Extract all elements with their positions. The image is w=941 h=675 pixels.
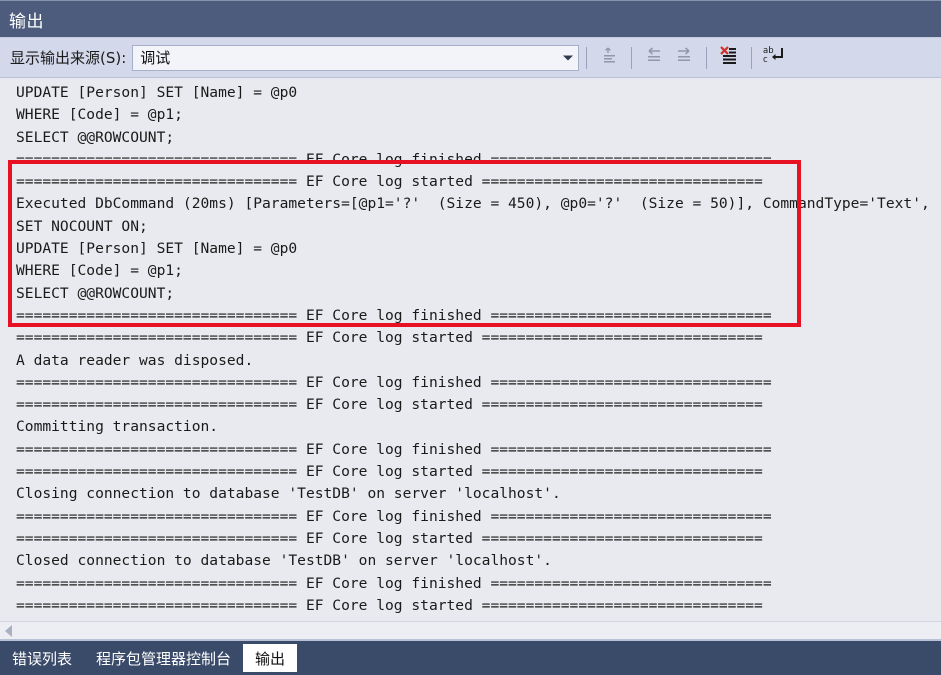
output-source-value: 调试 — [140, 49, 171, 67]
output-tool-window: 输出 显示输出来源(S): 调试 ab c UPDATE [Person] SE… — [0, 0, 941, 675]
tab-label: 输出 — [255, 649, 286, 668]
output-log-line: WHERE [Code] = @p1; — [16, 106, 183, 124]
output-log-line: Executed DbCommand (20ms) [Parameters=[@… — [16, 195, 930, 213]
output-log-line: ================================ EF Core… — [16, 173, 763, 191]
tab-error-list[interactable]: 错误列表 — [0, 641, 84, 675]
page-title: 输出 — [9, 11, 44, 32]
find-previous-message-button[interactable] — [639, 43, 669, 73]
find-previous-message-icon — [644, 45, 664, 70]
output-toolbar: 显示输出来源(S): 调试 ab c — [0, 38, 941, 78]
output-log-line: SELECT @@ROWCOUNT; — [16, 128, 175, 146]
tool-window-titlebar: 输出 — [0, 0, 941, 38]
bottom-tab-strip: 错误列表 程序包管理器控制台 输出 — [0, 639, 941, 675]
tab-output[interactable]: 输出 — [243, 644, 298, 672]
toolbar-divider-2 — [631, 46, 633, 69]
find-next-message-icon — [674, 45, 694, 70]
output-text-area[interactable]: UPDATE [Person] SET [Name] = @p0 WHERE [C… — [0, 78, 941, 621]
output-log-line: UPDATE [Person] SET [Name] = @p0 — [16, 240, 298, 258]
chevron-down-icon[interactable] — [563, 55, 574, 60]
horizontal-scrollbar-track[interactable] — [18, 622, 941, 639]
go-to-message-source-button[interactable] — [594, 43, 624, 73]
toolbar-divider-4 — [751, 46, 753, 69]
output-log-line: ================================ EF Core… — [16, 150, 772, 168]
clear-all-button[interactable] — [714, 43, 744, 73]
output-log-line: Closed connection to database 'TestDB' o… — [16, 552, 552, 570]
output-log-line: ================================ EF Core… — [16, 463, 763, 481]
output-log-line: ================================ EF Core… — [16, 373, 772, 391]
output-log-line: WHERE [Code] = @p1; — [16, 262, 183, 280]
output-log-line: ================================ EF Core… — [16, 440, 772, 458]
output-log-line: ================================ EF Core… — [16, 329, 763, 347]
tab-label: 错误列表 — [12, 649, 73, 668]
tab-package-manager-console[interactable]: 程序包管理器控制台 — [84, 641, 243, 675]
output-log-line: SET NOCOUNT ON; — [16, 217, 148, 235]
output-log-line: ================================ EF Core… — [16, 396, 763, 414]
output-log-line: ================================ EF Core… — [16, 596, 763, 614]
output-source-label: 显示输出来源(S): — [10, 49, 127, 67]
output-log-line: ================================ EF Core… — [16, 574, 772, 592]
output-log-line: ================================ EF Core… — [16, 306, 772, 324]
go-to-message-source-icon — [599, 45, 619, 70]
word-wrap-button[interactable]: ab c — [759, 43, 789, 73]
output-log-text: UPDATE [Person] SET [Name] = @p0 WHERE [C… — [0, 78, 930, 617]
output-log-line: UPDATE [Person] SET [Name] = @p0 — [16, 84, 298, 101]
toolbar-divider-1 — [586, 46, 588, 69]
output-log-line: ================================ EF Core… — [16, 507, 772, 525]
output-log-line: Committing transaction. — [16, 418, 219, 436]
clear-all-icon — [718, 44, 740, 71]
output-source-combobox[interactable]: 调试 — [132, 44, 580, 71]
find-next-message-button[interactable] — [669, 43, 699, 73]
horizontal-scrollbar[interactable] — [0, 621, 941, 639]
output-log-line: A data reader was disposed. — [16, 351, 254, 369]
toolbar-divider-3 — [706, 46, 708, 69]
output-log-line: Closing connection to database 'TestDB' … — [16, 485, 561, 503]
svg-text:c: c — [763, 55, 768, 65]
output-log-line: ================================ EF Core… — [16, 529, 763, 547]
tab-label: 程序包管理器控制台 — [96, 649, 232, 668]
scroll-left-arrow-icon[interactable] — [5, 624, 12, 637]
output-log-line: SELECT @@ROWCOUNT; — [16, 284, 175, 302]
word-wrap-icon: ab c — [762, 44, 786, 71]
